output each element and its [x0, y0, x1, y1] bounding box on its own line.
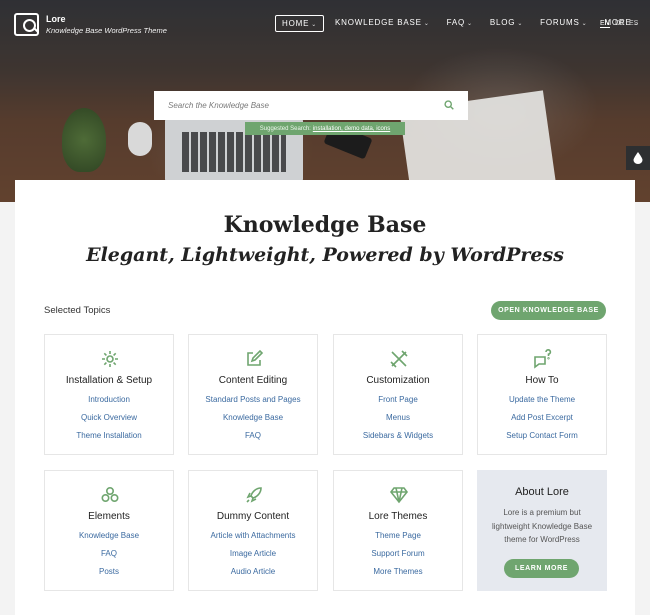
lang-es[interactable]: ES	[629, 20, 638, 27]
about-title: About Lore	[515, 486, 569, 498]
about-text: Lore is a premium but lightweight Knowle…	[491, 508, 593, 544]
chevron-down-icon: ⌄	[423, 21, 430, 27]
page-subtitle: Elegant, Lightweight, Powered by WordPre…	[86, 244, 564, 266]
topic-link[interactable]: Article with Attachments	[189, 531, 317, 540]
topic-link[interactable]: Audio Article	[189, 567, 317, 576]
topic-card: Customization Front Page Menus Sidebars …	[333, 334, 463, 455]
nav-item-home[interactable]: HOME ⌄	[275, 15, 325, 32]
lang-en[interactable]: EN	[600, 20, 610, 28]
topic-title: Elements	[88, 511, 130, 522]
section-label: Selected Topics	[44, 305, 111, 316]
mouse-image	[128, 122, 152, 156]
topic-card: Content Editing Standard Posts and Pages…	[188, 334, 318, 455]
search-icon[interactable]	[444, 100, 454, 110]
about-panel: About Lore Lore is a premium but lightwe…	[477, 470, 607, 591]
topic-link[interactable]: Add Post Excerpt	[478, 413, 606, 422]
tools-icon	[390, 350, 408, 368]
nav-item-faq[interactable]: FAQ ⌄	[441, 15, 479, 32]
topic-link[interactable]: FAQ	[189, 431, 317, 440]
diamond-icon	[389, 487, 409, 504]
topic-title: Lore Themes	[368, 511, 428, 522]
nav-item-forums[interactable]: FORUMS ⌄	[534, 15, 593, 32]
topic-link[interactable]: Menus	[334, 413, 462, 422]
topic-title: Installation & Setup	[65, 375, 153, 386]
topic-link[interactable]: Theme Page	[334, 531, 462, 540]
suggested-search-links[interactable]: installation, demo data, icons	[313, 126, 390, 132]
topic-link[interactable]: Knowledge Base	[45, 531, 173, 540]
topic-link[interactable]: Introduction	[45, 395, 173, 404]
topic-card: Dummy Content Article with Attachments I…	[188, 470, 318, 591]
topic-link[interactable]: Image Article	[189, 549, 317, 558]
chevron-down-icon: ⌄	[467, 21, 473, 27]
suggested-search: Suggested Search: installation, demo dat…	[245, 122, 405, 135]
topic-card: Installation & Setup Introduction Quick …	[44, 334, 174, 455]
blocks-icon	[101, 486, 119, 503]
open-knowledge-base-button[interactable]: OPEN KNOWLEDGE BASE	[491, 301, 606, 320]
main-nav: HOME ⌄ KNOWLEDGE BASE ⌄ FAQ ⌄ BLOG ⌄ FORUMS ⌄…	[275, 15, 650, 32]
nav-item-knowledge-base[interactable]: KNOWLEDGE BASE ⌄	[329, 15, 436, 32]
question-chat-icon	[534, 349, 552, 369]
topic-title: Content Editing	[218, 375, 288, 386]
topic-link[interactable]: Update the Theme	[478, 395, 606, 404]
logo-icon	[14, 13, 39, 36]
rocket-icon	[246, 487, 262, 503]
nav-item-blog[interactable]: BLOG ⌄	[484, 15, 529, 32]
topic-link[interactable]: Knowledge Base	[189, 413, 317, 422]
topic-card: Elements Knowledge Base FAQ Posts	[44, 470, 174, 591]
color-switcher-tab[interactable]	[626, 146, 650, 170]
lang-de[interactable]: DE	[615, 20, 625, 27]
topic-card: How To Update the Theme Add Post Excerpt…	[477, 334, 607, 455]
topic-link[interactable]: More Themes	[334, 567, 462, 576]
topic-title: How To	[525, 375, 559, 386]
topic-card: Lore Themes Theme Page Support Forum Mor…	[333, 470, 463, 591]
topic-link[interactable]: Quick Overview	[45, 413, 173, 422]
topic-link[interactable]: Posts	[45, 567, 173, 576]
topic-link[interactable]: Front Page	[334, 395, 462, 404]
chevron-down-icon: ⌄	[311, 22, 318, 28]
topic-link[interactable]: FAQ	[45, 549, 173, 558]
edit-icon	[247, 349, 264, 366]
keyboard-image	[182, 132, 286, 172]
search-box	[154, 91, 468, 120]
settings-icon	[102, 351, 118, 367]
topic-title: Customization	[366, 375, 430, 386]
learn-more-button[interactable]: LEARN MORE	[504, 559, 579, 578]
site-tagline: Knowledge Base WordPress Theme	[46, 26, 167, 35]
chevron-down-icon: ⌄	[517, 21, 524, 27]
site-name: Lore	[46, 14, 66, 24]
main-card: Knowledge Base Elegant, Lightweight, Pow…	[15, 180, 635, 615]
search-input[interactable]	[154, 91, 434, 120]
page-title: Knowledge Base	[223, 212, 427, 238]
topic-link[interactable]: Theme Installation	[45, 431, 173, 440]
site-logo[interactable]: Lore Knowledge Base WordPress Theme	[14, 13, 167, 36]
topic-link[interactable]: Support Forum	[334, 549, 462, 558]
topic-title: Dummy Content	[216, 511, 290, 522]
plant-image	[62, 108, 106, 172]
topic-link[interactable]: Sidebars & Widgets	[334, 431, 462, 440]
topic-link[interactable]: Setup Contact Form	[478, 431, 606, 440]
drop-icon	[633, 152, 643, 164]
topic-link[interactable]: Standard Posts and Pages	[189, 395, 317, 404]
chevron-down-icon: ⌄	[581, 21, 588, 27]
